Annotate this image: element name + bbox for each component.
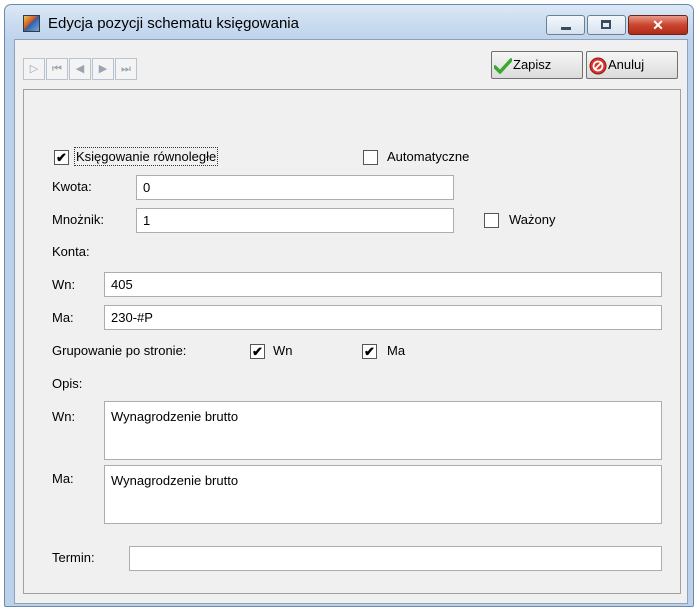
client-area: ▷ ⏮ ◀ ▶ ⏭ Zapisz Anuluj ✔ Księgowanie ró… — [14, 39, 688, 604]
group-ma-label: Ma — [387, 343, 406, 358]
checkmark-icon: ✔ — [56, 150, 67, 165]
minimize-button[interactable] — [546, 15, 585, 35]
next-record-icon[interactable]: ▶ — [92, 58, 114, 80]
term-label: Termin: — [52, 550, 95, 565]
cancel-label: Anuluj — [608, 57, 645, 72]
automatic-checkbox[interactable] — [363, 150, 378, 165]
cancel-button[interactable]: Anuluj — [586, 51, 678, 79]
term-field[interactable] — [129, 546, 662, 571]
desc-wn-label: Wn: — [52, 409, 76, 424]
group-ma-checkbox[interactable]: ✔ — [362, 344, 377, 359]
amount-label: Kwota: — [52, 179, 92, 194]
checkmark-icon: ✔ — [364, 344, 375, 359]
checkmark-icon: ✔ — [252, 344, 263, 359]
accounts-label: Konta: — [52, 244, 90, 259]
save-label: Zapisz — [513, 57, 552, 72]
save-button[interactable]: Zapisz — [491, 51, 583, 79]
maximize-icon — [601, 20, 611, 29]
desc-wn-field[interactable]: Wynagrodzenie brutto — [104, 401, 662, 460]
weighted-label: Ważony — [509, 212, 556, 227]
multiplier-label: Mnożnik: — [52, 212, 105, 227]
maximize-button[interactable] — [587, 15, 626, 35]
title-bar[interactable]: Edycja pozycji schematu księgowania ✕ — [5, 5, 693, 39]
cancel-icon — [589, 57, 607, 75]
amount-field[interactable]: 0 — [136, 175, 454, 200]
last-record-icon[interactable]: ⏭ — [115, 58, 137, 80]
group-wn-label: Wn — [273, 343, 293, 358]
parallel-checkbox[interactable]: ✔ — [54, 150, 69, 165]
window-title: Edycja pozycji schematu księgowania — [48, 15, 299, 32]
dialog-window: Edycja pozycji schematu księgowania ✕ ▷ … — [4, 4, 694, 607]
weighted-checkbox[interactable] — [484, 213, 499, 228]
ma-account-field[interactable]: 230-#P — [104, 305, 662, 330]
grouping-label: Grupowanie po stronie: — [52, 343, 187, 358]
automatic-label: Automatyczne — [387, 149, 470, 164]
app-icon — [23, 15, 40, 32]
wn-account-label: Wn: — [52, 277, 76, 292]
desc-ma-label: Ma: — [52, 471, 74, 486]
group-wn-checkbox[interactable]: ✔ — [250, 344, 265, 359]
minimize-icon — [561, 27, 571, 30]
form-panel: ✔ Księgowanie równoległe Automatyczne Kw… — [23, 89, 681, 594]
close-icon: ✕ — [652, 17, 664, 33]
description-label: Opis: — [52, 376, 83, 391]
close-button[interactable]: ✕ — [628, 15, 688, 35]
first-record-icon[interactable]: ⏮ — [46, 58, 68, 80]
desc-ma-field[interactable]: Wynagrodzenie brutto — [104, 465, 662, 524]
wn-account-field[interactable]: 405 — [104, 272, 662, 297]
multiplier-field[interactable]: 1 — [136, 208, 454, 233]
prev-record-icon[interactable]: ◀ — [69, 58, 91, 80]
parallel-label[interactable]: Księgowanie równoległe — [73, 147, 219, 166]
checkmark-icon — [494, 57, 512, 74]
new-record-icon[interactable]: ▷ — [23, 58, 45, 80]
ma-account-label: Ma: — [52, 310, 74, 325]
